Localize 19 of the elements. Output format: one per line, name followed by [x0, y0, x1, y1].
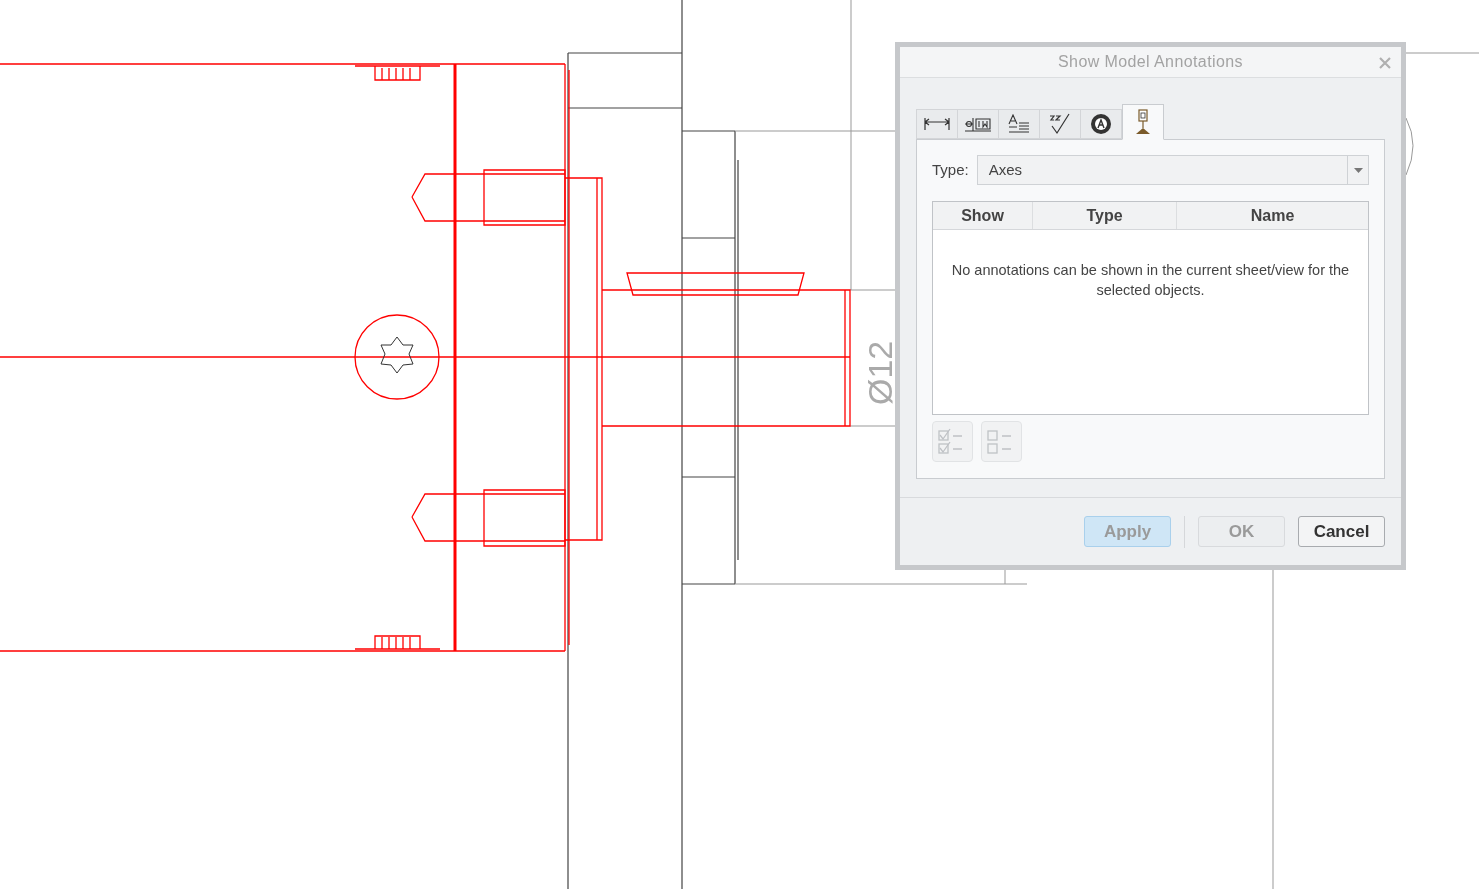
- empty-message: No annotations can be shown in the current sheet/view for the selected objects.: [950, 261, 1351, 300]
- annotation-tab[interactable]: [1080, 109, 1122, 139]
- datum-target-icon: [1134, 109, 1152, 135]
- tolerance-frame-icon: [964, 116, 992, 132]
- column-header[interactable]: Type: [1033, 202, 1177, 229]
- annotation-tab[interactable]: [1039, 109, 1081, 139]
- column-header[interactable]: Show: [933, 202, 1033, 229]
- symbol-icon: [1090, 113, 1112, 135]
- dimension-icon: [924, 117, 950, 131]
- surface-finish-icon: [1048, 113, 1072, 135]
- annotation-tab[interactable]: [1122, 104, 1164, 140]
- dialog-button[interactable]: Cancel: [1298, 516, 1385, 547]
- type-label: Type:: [932, 159, 969, 180]
- note-icon: [1008, 114, 1030, 134]
- window-title: Show Model Annotations: [1058, 52, 1243, 72]
- caret-icon: [1353, 167, 1363, 173]
- type-dropdown[interactable]: Axes: [976, 155, 1369, 185]
- dimension-text: Ø12: [861, 340, 899, 405]
- column-header[interactable]: Name: [1177, 202, 1368, 229]
